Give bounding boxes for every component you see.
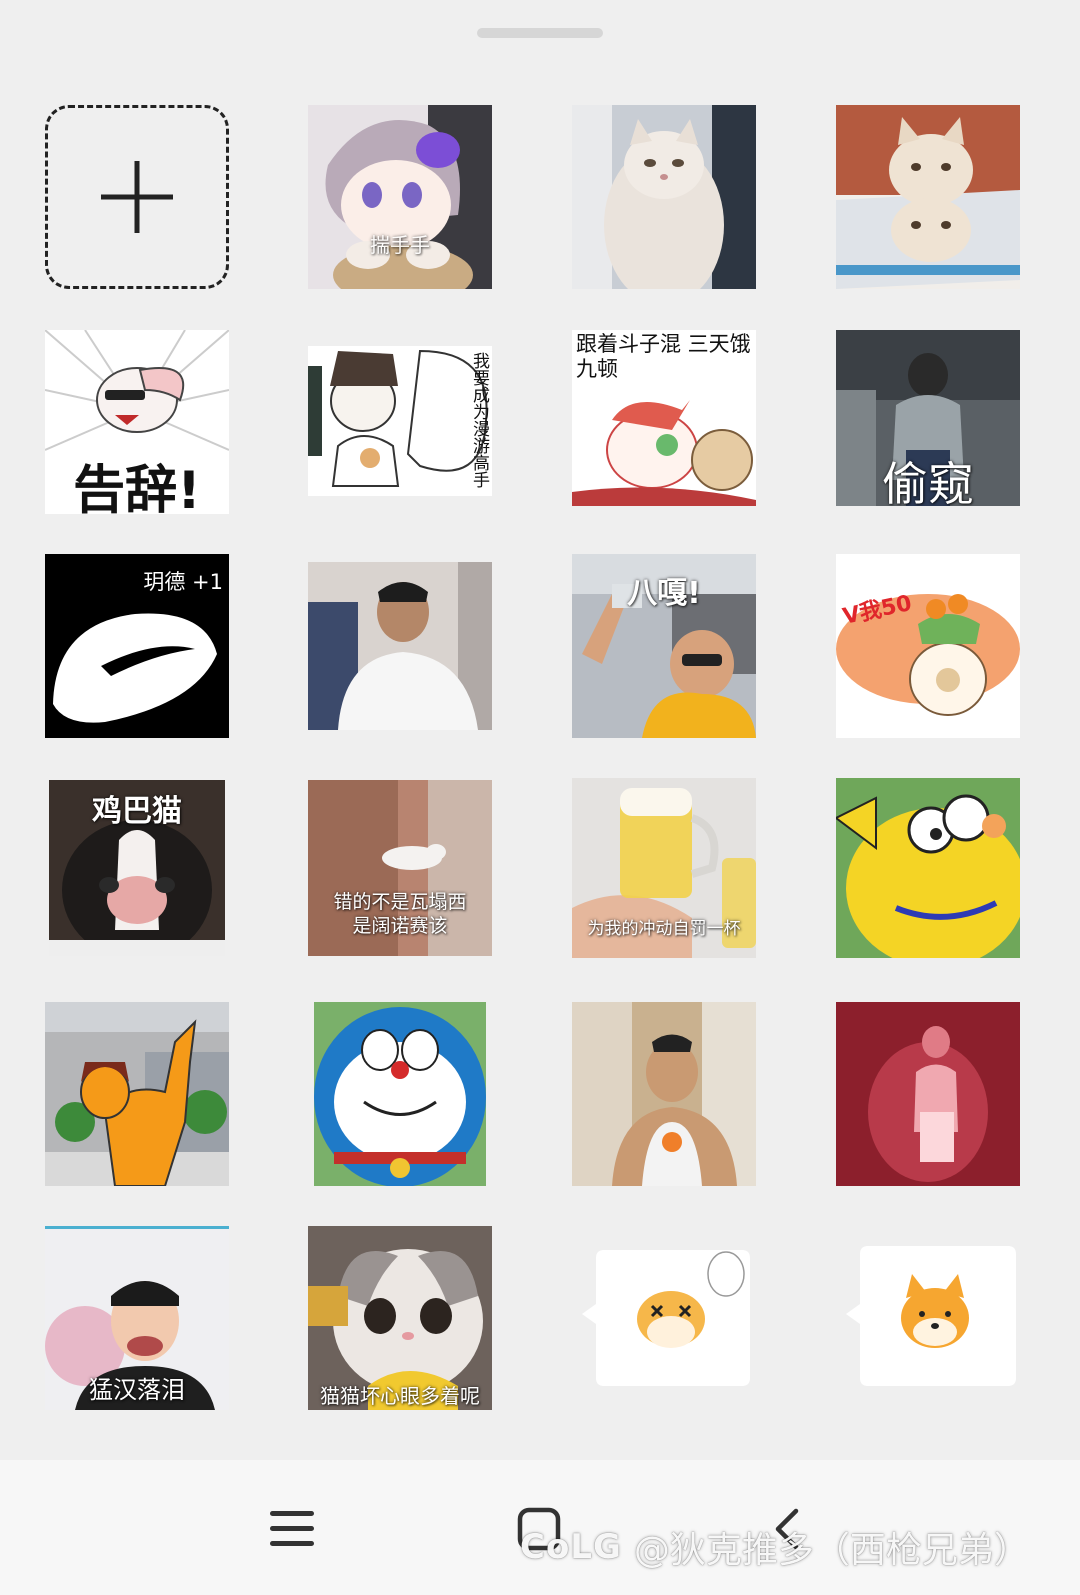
sticker-thumbnail[interactable] [308, 562, 492, 730]
sticker-thumbnail[interactable]: V我50 [836, 554, 1020, 738]
menu-icon [270, 1511, 314, 1546]
sticker-caption: 偷窥 [882, 457, 974, 506]
sticker-thumbnail[interactable] [576, 1244, 756, 1392]
sticker-thumbnail[interactable] [836, 1002, 1020, 1186]
sticker-grid: 揣手手 告辞! 我要成为漫游高手 跟着斗子混 三天饿九顿 偷窥 玥德 +1 八嘎… [0, 0, 1080, 1450]
add-sticker-button[interactable] [45, 105, 229, 289]
watermark: CoLG @狄克推多（西枪兄弟） [520, 1522, 1030, 1572]
sticker-thumbnail[interactable] [572, 1002, 756, 1186]
sticker-thumbnail[interactable]: 鸡巴猫 [49, 780, 225, 956]
sticker-thumbnail[interactable]: 揣手手 [308, 105, 492, 289]
sticker-caption: 告辞! [73, 461, 201, 514]
sticker-caption: 鸡巴猫 [92, 794, 182, 829]
menu-button[interactable] [257, 1494, 327, 1564]
sticker-thumbnail[interactable]: 偷窥 [836, 330, 1020, 506]
sticker-thumbnail[interactable]: 玥德 +1 [45, 554, 229, 738]
sticker-caption: 揣手手 [370, 233, 430, 257]
sticker-thumbnail[interactable] [840, 1240, 1020, 1392]
sticker-caption: 错的不是瓦塌西 是阔诺赛该 [333, 891, 467, 937]
sticker-caption: 玥德 +1 [143, 570, 223, 594]
sticker-caption: 我要成为漫游高手 [469, 352, 489, 488]
sticker-thumbnail[interactable]: 为我的冲动自罚一杯 [572, 778, 756, 958]
sticker-caption: 为我的冲动自罚一杯 [587, 919, 741, 939]
sticker-thumbnail[interactable] [572, 105, 756, 289]
sticker-thumbnail[interactable]: 猛汉落泪 [45, 1226, 229, 1410]
sticker-caption: 猫猫坏心眼多着呢 [320, 1384, 480, 1408]
sticker-thumbnail[interactable]: 猫猫坏心眼多着呢 [308, 1226, 492, 1410]
sticker-thumbnail[interactable]: 八嘎! [572, 554, 756, 738]
sticker-thumbnail[interactable]: 跟着斗子混 三天饿九顿 [572, 330, 756, 506]
sticker-thumbnail[interactable]: 我要成为漫游高手 [308, 346, 492, 496]
sticker-thumbnail[interactable]: 错的不是瓦塌西 是阔诺赛该 [308, 780, 492, 956]
sticker-caption: 跟着斗子混 三天饿九顿 [576, 332, 751, 381]
watermark-logo: CoLG [520, 1527, 622, 1567]
sticker-thumbnail[interactable]: 告辞! [45, 330, 229, 514]
watermark-text: @狄克推多（西枪兄弟） [633, 1530, 1030, 1571]
plus-icon [101, 161, 173, 233]
sticker-thumbnail[interactable] [314, 1002, 486, 1186]
sticker-thumbnail[interactable] [45, 1002, 229, 1186]
sticker-thumbnail[interactable] [836, 778, 1020, 958]
sticker-caption: 八嘎! [627, 576, 701, 611]
sticker-caption: 猛汉落泪 [89, 1376, 185, 1404]
sticker-thumbnail[interactable] [836, 105, 1020, 289]
